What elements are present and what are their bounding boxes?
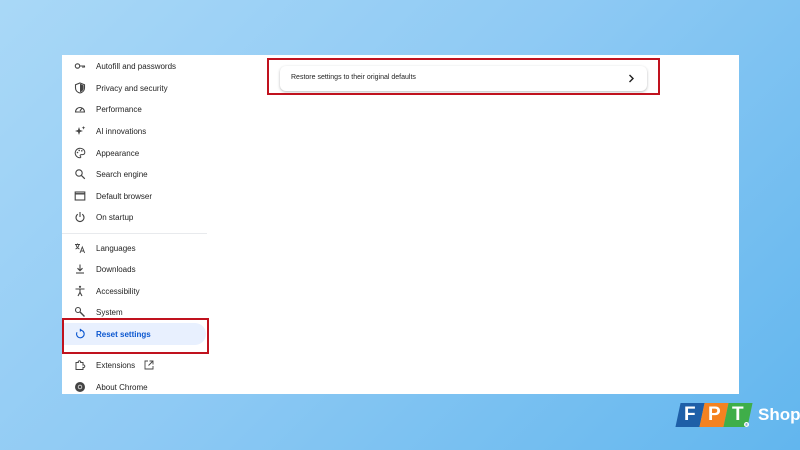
chevron-right-icon — [629, 74, 634, 83]
sidebar: Autofill and passwords Privacy and secur… — [62, 55, 207, 394]
sidebar-item-autofill[interactable]: Autofill and passwords — [62, 56, 207, 76]
download-icon — [74, 263, 86, 275]
sidebar-item-search-engine[interactable]: Search engine — [62, 164, 207, 184]
sidebar-item-reset-settings[interactable]: Reset settings — [62, 323, 207, 345]
sidebar-divider — [62, 233, 207, 234]
sidebar-item-label: Default browser — [96, 191, 153, 201]
sidebar-item-ai-innovations[interactable]: AI innovations — [62, 121, 207, 141]
speedometer-icon — [74, 103, 86, 115]
sidebar-item-privacy[interactable]: Privacy and security — [62, 78, 207, 98]
sidebar-item-label: Search engine — [96, 169, 148, 179]
sidebar-item-label: Languages — [96, 243, 136, 253]
sidebar-item-on-startup[interactable]: On startup — [62, 207, 207, 227]
power-icon — [74, 211, 86, 223]
sidebar-item-label: System — [96, 307, 123, 317]
sidebar-item-label: Privacy and security — [96, 83, 168, 93]
reset-icon — [74, 328, 86, 340]
restore-defaults-row[interactable]: Restore settings to their original defau… — [280, 66, 647, 91]
registered-mark: ® — [744, 422, 749, 427]
sidebar-item-label: About Chrome — [96, 382, 148, 392]
sidebar-item-label: Reset settings — [96, 329, 151, 339]
wrench-icon — [74, 306, 86, 318]
palette-icon — [74, 147, 86, 159]
open-in-new-icon — [144, 360, 154, 370]
puzzle-icon — [74, 359, 86, 371]
sidebar-item-system[interactable]: System — [62, 302, 207, 322]
sparkle-icon — [74, 125, 86, 137]
key-icon — [74, 60, 86, 72]
sidebar-item-label: Autofill and passwords — [96, 61, 177, 71]
logo-shop-text: Shop — [758, 405, 800, 424]
sidebar-item-accessibility[interactable]: Accessibility — [62, 281, 207, 301]
sidebar-item-label: Appearance — [96, 148, 140, 158]
sidebar-item-languages[interactable]: Languages — [62, 238, 207, 258]
sidebar-item-extensions[interactable]: Extensions — [62, 355, 207, 375]
sidebar-item-label: Accessibility — [96, 286, 140, 296]
sidebar-item-label: Performance — [96, 104, 142, 114]
shield-icon — [74, 82, 86, 94]
sidebar-item-label: Extensions — [96, 360, 136, 370]
sidebar-item-label: AI innovations — [96, 126, 147, 136]
sidebar-item-appearance[interactable]: Appearance — [62, 143, 207, 163]
accessibility-icon — [74, 285, 86, 297]
sidebar-item-performance[interactable]: Performance — [62, 99, 207, 119]
sidebar-item-downloads[interactable]: Downloads — [62, 259, 207, 279]
chrome-icon — [74, 381, 86, 393]
fpt-shop-logo: F P T ® Shop — [675, 400, 800, 434]
browser-window-icon — [74, 190, 86, 202]
settings-window: Autofill and passwords Privacy and secur… — [62, 55, 739, 394]
search-icon — [74, 168, 86, 180]
translate-icon — [74, 242, 86, 254]
sidebar-item-label: Downloads — [96, 264, 136, 274]
sidebar-item-label: On startup — [96, 212, 134, 222]
restore-defaults-label: Restore settings to their original defau… — [291, 74, 416, 81]
sidebar-item-default-browser[interactable]: Default browser — [62, 186, 207, 206]
sidebar-item-about-chrome[interactable]: About Chrome — [62, 377, 207, 394]
